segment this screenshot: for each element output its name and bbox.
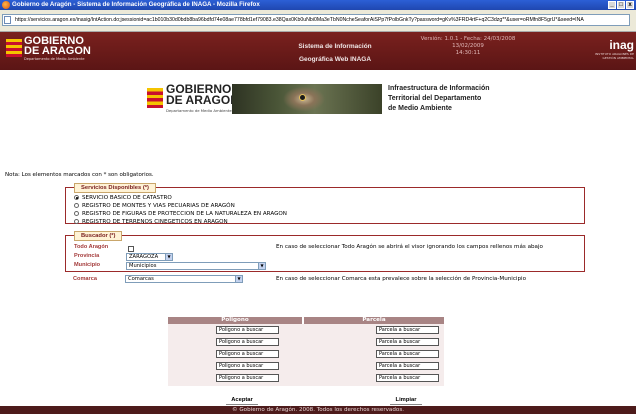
- logo-subtitle: Departamento de Medio Ambiente: [24, 57, 85, 61]
- services-fieldset: Servicios Disponibles (*) SERVICIO BASIC…: [65, 183, 585, 225]
- banner-logo-line-2: DE ARAGON: [166, 93, 239, 107]
- buscador-fieldset: Buscador (*) Todo Aragón En caso de sele…: [65, 231, 585, 272]
- service-option-label: REGISTRO DE MONTES Y VIAS PECUARIAS DE A…: [82, 202, 235, 209]
- municipio-value: Municipios: [129, 263, 157, 269]
- banner-heading: Infraestructura de Información Territori…: [388, 84, 548, 114]
- site-header: GOBIERNO DE ARAGON Departamento de Medio…: [0, 32, 636, 70]
- radio-button[interactable]: [74, 203, 79, 208]
- services-legend: Servicios Disponibles (*): [74, 183, 156, 193]
- inaga-word: inag: [609, 38, 634, 52]
- system-title-line-2: Geográfica Web INAGA: [298, 56, 372, 63]
- service-option-label: REGISTRO DE FIGURAS DE PROTECCION DE LA …: [82, 210, 287, 217]
- buscador-legend: Buscador (*): [74, 231, 123, 241]
- page-icon: [4, 16, 11, 24]
- comarca-select[interactable]: Comarcas ▼: [125, 275, 243, 283]
- footer: © Gobierno de Aragón. 2008. Todos los de…: [0, 406, 636, 414]
- poligono-input[interactable]: Poligono a buscar: [216, 326, 279, 334]
- accept-button[interactable]: Aceptar: [226, 396, 258, 405]
- version-line: Versión: 1.0.1 - Fecha: 24/03/2008: [420, 36, 516, 42]
- banner-heading-line-3: de Medio Ambiente: [388, 105, 452, 112]
- service-option[interactable]: REGISTRO DE MONTES Y VIAS PECUARIAS DE A…: [74, 202, 235, 209]
- clear-button[interactable]: Limpiar: [390, 396, 422, 405]
- service-option-label: SERVICIO BASICO DE CATASTRO: [82, 194, 172, 201]
- system-title-line-1: Sistema de Información: [298, 43, 372, 50]
- municipio-select[interactable]: Municipios ▼: [126, 262, 266, 270]
- minimize-button[interactable]: _: [608, 1, 616, 9]
- parcela-input[interactable]: Parcela a buscar: [376, 374, 439, 382]
- service-option-label: REGISTRO DE TERRENOS CINEGETICOS EN ARAG…: [82, 218, 228, 225]
- chevron-down-icon[interactable]: ▼: [258, 263, 265, 269]
- service-option[interactable]: SERVICIO BASICO DE CATASTRO: [74, 194, 172, 201]
- todo-aragon-checkbox[interactable]: [128, 246, 134, 252]
- provincia-value: ZARAGOZA: [129, 254, 159, 260]
- chevron-down-icon[interactable]: ▼: [235, 276, 242, 282]
- todo-aragon-help: En caso de seleccionar Todo Aragón se ab…: [276, 244, 543, 250]
- service-option[interactable]: REGISTRO DE TERRENOS CINEGETICOS EN ARAG…: [74, 218, 228, 225]
- eagle-photo: [232, 84, 382, 114]
- inaga-logo[interactable]: inag INSTITUTO ARAGONÉS DE GESTIÓN AMBIE…: [590, 38, 634, 60]
- radio-button[interactable]: [74, 219, 79, 224]
- poligono-column-header: Poligono: [168, 317, 302, 324]
- required-note: Nota: Los elementos marcados con * son o…: [5, 172, 154, 178]
- system-title: Sistema de Información Geográfica Web IN…: [280, 40, 390, 66]
- radio-button-selected[interactable]: [74, 195, 79, 200]
- close-button[interactable]: x: [626, 1, 634, 9]
- provincia-label: Provincia: [74, 253, 100, 259]
- parcela-input[interactable]: Parcela a buscar: [376, 326, 439, 334]
- logo-line-2: DE ARAGON: [24, 44, 91, 57]
- window-controls: _ □ x: [608, 1, 634, 9]
- eagle-eye: [300, 95, 305, 100]
- todo-aragon-label: Todo Aragón: [74, 244, 109, 250]
- parcela-input[interactable]: Parcela a buscar: [376, 350, 439, 358]
- firefox-icon: [2, 1, 10, 9]
- version-info: Versión: 1.0.1 - Fecha: 24/03/2008 13/02…: [398, 36, 538, 57]
- chevron-down-icon[interactable]: ▼: [165, 254, 172, 260]
- date-line: 13/02/2009: [452, 43, 484, 49]
- provincia-select[interactable]: ZARAGOZA ▼: [126, 253, 173, 261]
- parcela-column-header: Parcela: [304, 317, 444, 324]
- poligono-input[interactable]: Poligono a buscar: [216, 362, 279, 370]
- comarca-label: Comarca: [73, 276, 97, 282]
- radio-button[interactable]: [74, 211, 79, 216]
- poligono-input[interactable]: Poligono a buscar: [216, 338, 279, 346]
- banner-heading-line-2: Territorial del Departamento: [388, 95, 482, 102]
- banner-logo-subtitle: Departamento de Medio Ambiente: [166, 108, 232, 113]
- poligono-input[interactable]: Poligono a buscar: [216, 350, 279, 358]
- comarca-help: En caso de seleccionar Comarca esta prev…: [276, 276, 526, 282]
- time-line: 14:30:11: [455, 50, 481, 56]
- parcela-input[interactable]: Parcela a buscar: [376, 338, 439, 346]
- url-field[interactable]: https://servicios.aragon.es/inasig/IntAc…: [2, 14, 630, 26]
- banner-logo-text: GOBIERNO DE ARAGON: [166, 83, 239, 107]
- aragon-flag-icon: [6, 39, 22, 57]
- window-title: Gobierno de Aragón - Sistema de Informac…: [12, 1, 260, 8]
- comarca-value: Comarcas: [128, 276, 154, 282]
- aragon-flag-icon: [147, 88, 163, 108]
- window-title-bar: Gobierno de Aragón - Sistema de Informac…: [0, 0, 636, 10]
- browser-toolbar: https://servicios.aragon.es/inasig/IntAc…: [0, 10, 636, 32]
- gobierno-aragon-logo[interactable]: GOBIERNO DE ARAGON: [24, 36, 91, 57]
- service-option[interactable]: REGISTRO DE FIGURAS DE PROTECCION DE LA …: [74, 210, 287, 217]
- inaga-subtitle: INSTITUTO ARAGONÉS DE GESTIÓN AMBIENTAL: [595, 52, 634, 60]
- parcela-input[interactable]: Parcela a buscar: [376, 362, 439, 370]
- poligono-input[interactable]: Poligono a buscar: [216, 374, 279, 382]
- maximize-button[interactable]: □: [617, 1, 625, 9]
- banner-heading-line-1: Infraestructura de Información: [388, 85, 490, 92]
- municipio-label: Municipio: [74, 262, 101, 268]
